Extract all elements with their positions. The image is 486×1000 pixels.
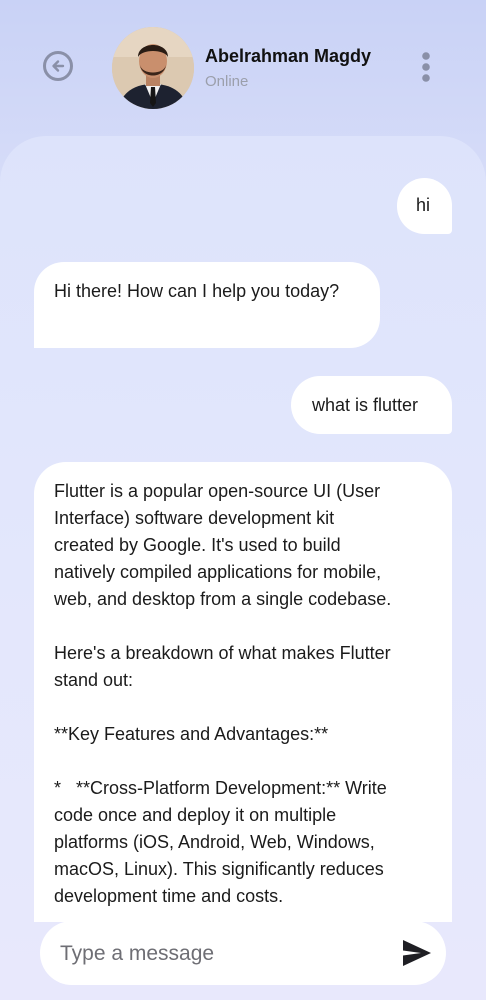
user-message-bubble: hi <box>397 178 452 234</box>
bot-message-bubble: Flutter is a popular open-source UI (Use… <box>34 462 452 922</box>
message-line <box>54 694 438 721</box>
more-options-button[interactable] <box>418 52 434 84</box>
bot-message-bubble: Hi there! How can I help you today? <box>34 262 380 348</box>
message-input[interactable] <box>58 921 392 987</box>
message-line: development time and costs. <box>54 886 284 906</box>
more-vertical-icon <box>422 52 430 82</box>
message-line: **Key Features and Advantages:** <box>54 724 329 744</box>
message-line: * **Cross-Platform Development:** Write <box>54 778 387 798</box>
user-message-bubble: what is flutter <box>291 376 452 434</box>
avatar[interactable] <box>112 27 194 109</box>
message-line <box>54 613 438 640</box>
message-text: hi <box>416 195 431 215</box>
message-line: natively compiled applications for mobil… <box>54 562 382 582</box>
back-button[interactable] <box>43 51 73 81</box>
profile-photo <box>112 27 194 109</box>
message-line: created by Google. It's used to build <box>54 535 341 555</box>
message-line: Here's a breakdown of what makes Flutter <box>54 643 391 663</box>
message-list[interactable]: hi Hi there! How can I help you today? w… <box>0 136 486 1000</box>
message-text: what is flutter <box>312 395 419 415</box>
contact-status: Online <box>205 73 249 90</box>
message-line: platforms (iOS, Android, Web, Windows, <box>54 832 375 852</box>
send-button[interactable] <box>402 939 432 967</box>
message-composer <box>40 921 446 987</box>
message-line: macOS, Linux). This significantly reduce… <box>54 859 384 879</box>
chat-header: Abelrahman Magdy Online <box>0 0 486 136</box>
message-line <box>54 748 438 775</box>
send-icon <box>403 940 431 966</box>
message-text: Hi there! How can I help you today? <box>54 281 340 301</box>
back-arrow-circle-icon <box>52 60 65 72</box>
message-line: Interface) software development kit <box>54 508 335 528</box>
message-line: web, and desktop from a single codebase. <box>54 589 392 609</box>
contact-name: Abelrahman Magdy <box>205 46 372 66</box>
message-line: code once and deploy it on multiple <box>54 805 337 825</box>
message-line: Flutter is a popular open-source UI (Use… <box>54 481 381 501</box>
message-line: stand out: <box>54 670 134 690</box>
